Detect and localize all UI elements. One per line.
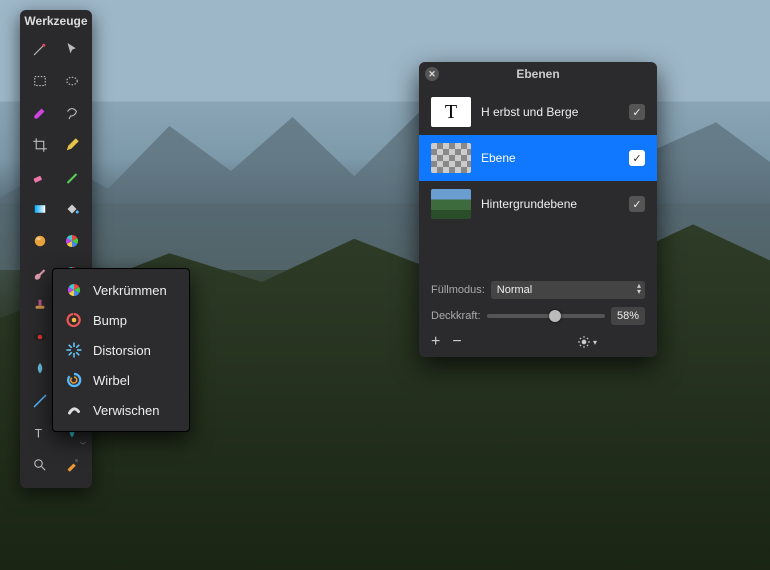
- chevron-updown-icon: ▴▾: [637, 283, 641, 295]
- tools-panel-title: Werkzeuge: [20, 10, 92, 34]
- wand-icon[interactable]: [24, 34, 56, 64]
- layers-panel-header: ✕ Ebenen: [419, 62, 657, 87]
- layers-panel-footer: + − ▾: [419, 329, 657, 349]
- layers-panel-spacer: [419, 227, 657, 277]
- brush-icon[interactable]: [24, 98, 56, 128]
- swirl-blue-icon: [65, 371, 83, 389]
- chevron-down-icon: ▾: [593, 338, 597, 347]
- layer-row[interactable]: Ebene ✓: [419, 135, 657, 181]
- layer-name: H erbst und Berge: [481, 105, 619, 119]
- layer-thumbnail-transparent: [431, 143, 471, 173]
- layer-name: Ebene: [481, 151, 619, 165]
- layer-thumbnail-image: [431, 189, 471, 219]
- flyout-item-verwischen[interactable]: Verwischen: [53, 395, 189, 425]
- add-layer-button[interactable]: +: [431, 335, 440, 349]
- eyedropper-icon[interactable]: [56, 450, 88, 480]
- gradient-icon[interactable]: [24, 194, 56, 224]
- layer-visibility-toggle[interactable]: ✓: [629, 196, 645, 212]
- opacity-slider[interactable]: [487, 307, 605, 325]
- slider-knob[interactable]: [549, 310, 561, 322]
- pinwheel-icon[interactable]: [56, 226, 88, 256]
- swirl-red-icon: [65, 311, 83, 329]
- gear-icon: [577, 335, 591, 349]
- layer-options-button[interactable]: ▾: [577, 335, 597, 349]
- flyout-item-label: Distorsion: [93, 343, 151, 358]
- layer-visibility-toggle[interactable]: ✓: [629, 150, 645, 166]
- flyout-item-label: Verkrümmen: [93, 283, 167, 298]
- flyout-item-distorsion[interactable]: Distorsion: [53, 335, 189, 365]
- layers-panel-title: Ebenen: [516, 67, 559, 81]
- layers-panel: ✕ Ebenen T H erbst und Berge ✓ Ebene ✓ H…: [419, 62, 657, 357]
- lasso-icon[interactable]: [56, 98, 88, 128]
- pinwheel-icon: [65, 281, 83, 299]
- close-icon[interactable]: ✕: [425, 67, 439, 81]
- opacity-label: Deckkraft:: [431, 310, 481, 322]
- sphere-icon[interactable]: [24, 226, 56, 256]
- flyout-item-wirbel[interactable]: Wirbel: [53, 365, 189, 395]
- flyout-item-verkruemmen[interactable]: Verkrümmen: [53, 275, 189, 305]
- remove-layer-button[interactable]: −: [452, 335, 461, 349]
- crop-icon[interactable]: [24, 130, 56, 160]
- warp-tool-flyout: Verkrümmen Bump Distorsion Wirbel Verwis…: [52, 268, 190, 432]
- marquee-ellipse-icon[interactable]: [56, 66, 88, 96]
- blend-mode-label: Füllmodus:: [431, 284, 485, 296]
- marquee-rect-icon[interactable]: [24, 66, 56, 96]
- blend-mode-row: Füllmodus: Normal ▴▾: [419, 277, 657, 303]
- opacity-row: Deckkraft: 58%: [419, 303, 657, 329]
- flyout-item-label: Wirbel: [93, 373, 130, 388]
- blend-mode-select[interactable]: Normal ▴▾: [491, 281, 645, 299]
- layer-visibility-toggle[interactable]: ✓: [629, 104, 645, 120]
- svg-text:T: T: [35, 427, 43, 441]
- pointer-icon[interactable]: [56, 34, 88, 64]
- zoom-icon[interactable]: [24, 450, 56, 480]
- pen-icon[interactable]: [56, 130, 88, 160]
- layer-row[interactable]: Hintergrundebene ✓: [419, 181, 657, 227]
- smear-icon: [65, 401, 83, 419]
- layer-row[interactable]: T H erbst und Berge ✓: [419, 89, 657, 135]
- eraser-icon[interactable]: [24, 162, 56, 192]
- layer-list: T H erbst und Berge ✓ Ebene ✓ Hintergrun…: [419, 89, 657, 227]
- blend-mode-value: Normal: [497, 284, 532, 296]
- layer-name: Hintergrundebene: [481, 197, 619, 211]
- flyout-item-label: Bump: [93, 313, 127, 328]
- flyout-item-bump[interactable]: Bump: [53, 305, 189, 335]
- layer-thumbnail-text: T: [431, 97, 471, 127]
- opacity-value[interactable]: 58%: [611, 307, 645, 325]
- bucket-icon[interactable]: [56, 194, 88, 224]
- flyout-item-label: Verwischen: [93, 403, 159, 418]
- pencil-icon[interactable]: [56, 162, 88, 192]
- spikes-icon: [65, 341, 83, 359]
